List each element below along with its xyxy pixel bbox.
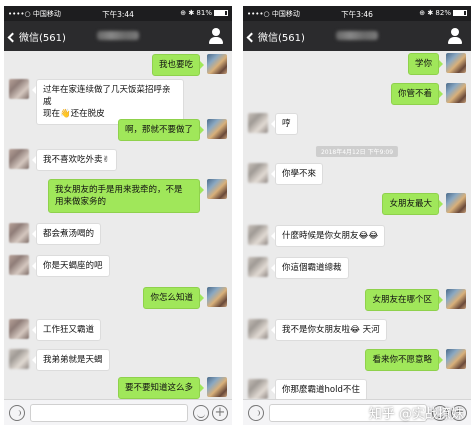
message-bubble[interactable]: 我也要吃 [151, 54, 205, 76]
message-bubble[interactable]: 你管不着 [390, 83, 444, 105]
person-icon [451, 28, 459, 36]
message-list[interactable]: 我也要吃 过年在家连续做了几天饭菜招呼亲戚 现在👋还在脱皮 啊，那就不要做了 我… [4, 51, 232, 399]
message-bubble[interactable]: 你那麼霸道hold不住 [271, 379, 367, 401]
person-icon [212, 28, 220, 36]
chat-screenshot-right: ••••○ 中国移动 下午3:46 ⊕ ✱ 82% 微信(561) 学你 你管不… [243, 6, 471, 425]
my-avatar[interactable] [207, 287, 227, 307]
message-bubble[interactable]: 我不是你女朋友啦😂 天河 [271, 319, 387, 341]
my-avatar[interactable] [207, 54, 227, 74]
message-bubble[interactable]: 女朋友最大 [382, 193, 443, 215]
contact-avatar[interactable] [248, 163, 268, 183]
message-bubble[interactable]: 什麼時候是你女朋友😂😂 [270, 225, 386, 247]
my-avatar[interactable] [446, 193, 466, 213]
contact-avatar[interactable] [248, 225, 268, 245]
chat-screenshot-left: ••••○ 中国移动 下午3:44 ⊕ ✱ 81% 微信(561) 我也要吃 过… [4, 6, 232, 425]
status-bar: ••••○ 中国移动 下午3:46 ⊕ ✱ 82% [243, 6, 471, 21]
voice-input-icon[interactable] [248, 405, 264, 421]
message-list[interactable]: 学你 你管不着 哼 2018年4月12日 下午9:09 你學不來 女朋友最大 什… [243, 51, 471, 401]
chevron-left-icon [246, 32, 257, 43]
contact-avatar[interactable] [9, 149, 29, 169]
my-avatar[interactable] [446, 53, 466, 73]
chevron-left-icon [7, 32, 18, 43]
message-bubble[interactable]: 哼 [271, 113, 298, 135]
contact-avatar[interactable] [9, 349, 29, 369]
timestamp-label: 2018年4月12日 下午9:09 [315, 146, 399, 157]
back-button[interactable]: 微信(561) [246, 29, 305, 44]
battery-label: ⊕ ✱ 81% [180, 9, 212, 17]
message-bubble[interactable]: 看来你不愿意略 [365, 349, 443, 371]
message-bubble[interactable]: 我女朋友的手是用来我牵的，不是 用来做家务的 [48, 179, 204, 213]
contact-info-button[interactable] [209, 28, 223, 44]
message-bubble[interactable]: 要不要知道这么多 [117, 377, 205, 399]
my-avatar[interactable] [207, 119, 227, 139]
back-label: 微信(561) [19, 33, 66, 44]
my-avatar[interactable] [446, 349, 466, 369]
message-bubble[interactable]: 都会煮汤喝的 [31, 223, 102, 245]
message-input[interactable] [30, 404, 188, 422]
contact-avatar[interactable] [248, 379, 268, 399]
contact-avatar[interactable] [248, 319, 268, 339]
plus-icon[interactable]: + [212, 405, 228, 421]
my-avatar[interactable] [207, 377, 227, 397]
message-bubble[interactable]: 学你 [407, 53, 444, 75]
message-bubble[interactable]: 你怎么知道 [143, 287, 204, 309]
battery-label: ⊕ ✱ 82% [419, 9, 451, 17]
watermark: 知乎 @实战撩妹 [368, 407, 464, 422]
status-bar: ••••○ 中国移动 下午3:44 ⊕ ✱ 81% [4, 6, 232, 21]
contact-avatar[interactable] [9, 255, 29, 275]
contact-avatar[interactable] [248, 257, 268, 277]
contact-avatar[interactable] [248, 113, 268, 133]
message-bubble[interactable]: 工作狂又霸道 [31, 319, 102, 341]
message-bubble[interactable]: 你學不來 [270, 163, 324, 185]
message-bubble[interactable]: 我不喜欢吃外卖✌ [32, 149, 117, 171]
battery-indicator: ⊕ ✱ 82% [419, 9, 467, 17]
input-bar: + [4, 399, 232, 425]
my-avatar[interactable] [207, 179, 227, 199]
nav-bar: 微信(561) [4, 21, 232, 51]
contact-name-blurred [97, 31, 139, 40]
battery-icon [453, 10, 467, 16]
message-bubble[interactable]: 你是天蝎座的吧 [32, 255, 110, 277]
battery-icon [214, 10, 228, 16]
contact-avatar[interactable] [9, 79, 29, 99]
message-bubble[interactable]: 我弟弟就是天蝎 [32, 349, 110, 371]
message-bubble[interactable]: 啊，那就不要做了 [117, 119, 205, 141]
battery-indicator: ⊕ ✱ 81% [180, 9, 228, 17]
voice-input-icon[interactable] [9, 405, 25, 421]
contact-avatar[interactable] [9, 319, 29, 339]
contact-avatar[interactable] [9, 223, 29, 243]
back-label: 微信(561) [258, 33, 305, 44]
my-avatar[interactable] [446, 289, 466, 309]
contact-info-button[interactable] [448, 28, 462, 44]
my-avatar[interactable] [446, 83, 466, 103]
message-bubble[interactable]: 你這個霸道總裁 [271, 257, 349, 279]
nav-bar: 微信(561) [243, 21, 471, 51]
message-bubble[interactable]: 女朋友在哪个区 [365, 289, 443, 311]
contact-name-blurred [336, 31, 378, 40]
back-button[interactable]: 微信(561) [7, 29, 66, 44]
emoji-icon[interactable] [193, 405, 209, 421]
